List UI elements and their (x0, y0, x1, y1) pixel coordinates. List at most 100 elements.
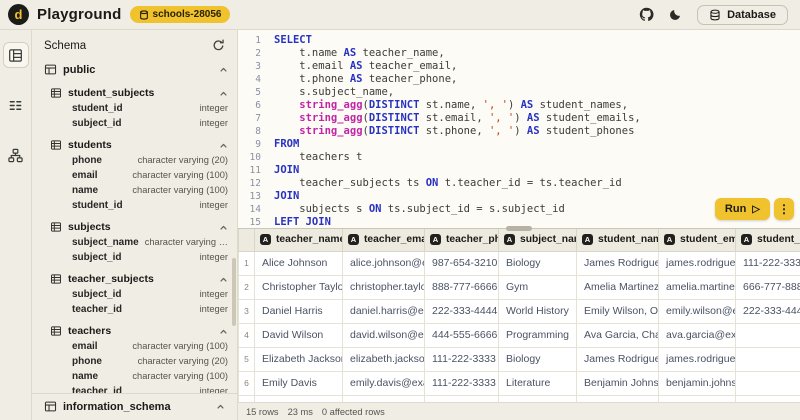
table-cell[interactable]: elizabeth.jackson@example.com (343, 347, 425, 371)
chevron-up-icon[interactable] (216, 402, 225, 411)
table-cell[interactable]: Biology (499, 251, 577, 275)
table-cell[interactable]: 987-654-3210 (425, 251, 499, 275)
column-header-student_phones[interactable]: Astudent_phones (736, 229, 800, 251)
table-cell[interactable]: Biology (499, 347, 577, 371)
table-cell[interactable]: Amelia Martinez, Is (577, 275, 659, 299)
column-item[interactable]: name character varying (100) (44, 370, 228, 385)
table-cell[interactable]: benjamin.johnson@ (659, 371, 736, 395)
table-cell[interactable]: Emily Wilson, Olivia (577, 299, 659, 323)
column-header-teacher_name[interactable]: Ateacher_name (255, 229, 343, 251)
chevron-up-icon[interactable] (219, 223, 228, 232)
table-cell[interactable] (736, 371, 800, 395)
database-badge[interactable]: schools-28056 (130, 6, 231, 23)
chevron-up-icon[interactable] (219, 275, 228, 284)
table-cell[interactable]: christopher.taylor@example.com (343, 275, 425, 299)
table-cell[interactable]: emily.wilson@exam (659, 299, 736, 323)
table-item-students[interactable]: students (50, 137, 228, 153)
table-cell[interactable]: Elizabeth Jackson (255, 347, 343, 371)
column-header-subject_name[interactable]: Asubject_name (499, 229, 577, 251)
schema-item-public[interactable]: public (44, 59, 228, 80)
column-item[interactable]: name character varying (100) (44, 184, 228, 199)
table-cell[interactable]: 111-222-3333 (425, 347, 499, 371)
run-button[interactable]: Run ▷ (715, 198, 770, 220)
table-item-teacher_subjects[interactable]: teacher_subjects (50, 271, 228, 287)
schema-item-information-schema[interactable]: information_schema (32, 393, 237, 420)
column-item[interactable]: subject_id integer (44, 117, 228, 132)
database-button[interactable]: Database (697, 5, 788, 25)
moon-icon[interactable] (669, 8, 682, 21)
table-cell[interactable]: 111-222-3333, (736, 251, 800, 275)
column-item[interactable]: subject_name character varying (100) (44, 236, 228, 251)
table-cell[interactable]: Amelia Martinez, Is (577, 395, 659, 402)
table-cell[interactable]: James Rodriguez, M (577, 347, 659, 371)
table-cell[interactable]: Emily Davis (255, 371, 343, 395)
table-cell[interactable]: emily.davis@example.com (343, 371, 425, 395)
table-cell[interactable]: David Wilson (255, 323, 343, 347)
column-item[interactable]: email character varying (100) (44, 169, 228, 184)
column-header-student_email[interactable]: Astudent_email (659, 229, 736, 251)
chevron-up-icon[interactable] (219, 327, 228, 336)
column-item[interactable]: teacher_id integer (44, 303, 228, 318)
table-cell[interactable]: 888-777-8888 (425, 395, 499, 402)
table-cell[interactable]: Alice Johnson (255, 251, 343, 275)
column-item[interactable]: email character varying (100) (44, 340, 228, 355)
column-item[interactable]: phone character varying (20) (44, 355, 228, 370)
table-cell[interactable]: alice.johnson@example.com (343, 251, 425, 275)
sidebar-scrollbar[interactable] (232, 258, 236, 326)
column-item[interactable]: subject_id integer (44, 288, 228, 303)
table-cell[interactable]: World History (499, 299, 577, 323)
table-cell[interactable] (736, 323, 800, 347)
column-header-teacher_email[interactable]: Ateacher_email (343, 229, 425, 251)
column-type: integer (200, 252, 228, 262)
table-cell[interactable]: ava.garcia@examp (659, 323, 736, 347)
run-options-button[interactable]: ⋮ (774, 198, 794, 220)
table-cell[interactable]: Daniel Harris (255, 299, 343, 323)
table-cell[interactable]: 444-555-6666 (425, 323, 499, 347)
table-cell[interactable]: Christopher Taylor (255, 275, 343, 299)
table-cell[interactable]: 888-777-6666 (425, 275, 499, 299)
table-cell[interactable]: daniel.harris@example.com (343, 299, 425, 323)
column-item[interactable]: teacher_id integer (44, 385, 228, 393)
table-cell[interactable]: Ava Garcia, Charlot (577, 323, 659, 347)
column-header-student_name[interactable]: Astudent_name (577, 229, 659, 251)
sql-editor[interactable]: 1SELECT 2 t.name AS teacher_name, 3 t.em… (238, 30, 800, 228)
table-cell[interactable]: Benjamin Johnson, (577, 371, 659, 395)
table-cell[interactable]: James Hernandez (255, 395, 343, 402)
table-item-student_subjects[interactable]: student_subjects (50, 85, 228, 101)
column-item[interactable]: subject_id integer (44, 251, 228, 266)
table-item-subjects[interactable]: subjects (50, 219, 228, 235)
chevron-up-icon[interactable] (219, 89, 228, 98)
table-cell[interactable]: 222-333-4444 (425, 299, 499, 323)
refresh-icon[interactable] (212, 39, 225, 52)
column-header-teacher_phone[interactable]: Ateacher_phone (425, 229, 499, 251)
table-cell[interactable]: 666-777-8888, (736, 275, 800, 299)
table-cell[interactable]: Gym (499, 395, 577, 402)
table-cell[interactable]: 111-222-3333 (425, 371, 499, 395)
table-item-teachers[interactable]: teachers (50, 323, 228, 339)
relations-panel-icon[interactable] (3, 142, 29, 168)
table-cell[interactable]: 222-333-4444, (736, 299, 800, 323)
line-number: 12 (238, 177, 274, 190)
chevron-up-icon[interactable] (219, 65, 228, 74)
table-cell[interactable]: james.hernandez@example.com (343, 395, 425, 402)
column-item[interactable]: student_id integer (44, 102, 228, 117)
panel-resize-handle[interactable] (506, 226, 532, 231)
table-cell[interactable]: amelia.martinez@ex (659, 275, 736, 299)
table-cell[interactable]: James Rodriguez, M (577, 251, 659, 275)
column-item[interactable]: phone character varying (20) (44, 154, 228, 169)
schema-panel-icon[interactable] (3, 42, 29, 68)
column-item[interactable]: student_id integer (44, 199, 228, 214)
table-cell[interactable]: david.wilson@example.com (343, 323, 425, 347)
table-cell[interactable]: Programming (499, 323, 577, 347)
table-cell[interactable]: Literature (499, 371, 577, 395)
github-icon[interactable] (639, 7, 654, 22)
chevron-up-icon[interactable] (219, 141, 228, 150)
table-cell[interactable] (736, 395, 800, 402)
table-cell[interactable]: james.rodriguez@ex (659, 347, 736, 371)
table-cell[interactable]: Gym (499, 275, 577, 299)
table-cell[interactable]: james.rodriguez@ex (659, 251, 736, 275)
app-logo[interactable]: d (8, 4, 29, 25)
columns-panel-icon[interactable] (3, 92, 29, 118)
table-cell[interactable]: amelia.martinez@ex (659, 395, 736, 402)
table-cell[interactable] (736, 347, 800, 371)
